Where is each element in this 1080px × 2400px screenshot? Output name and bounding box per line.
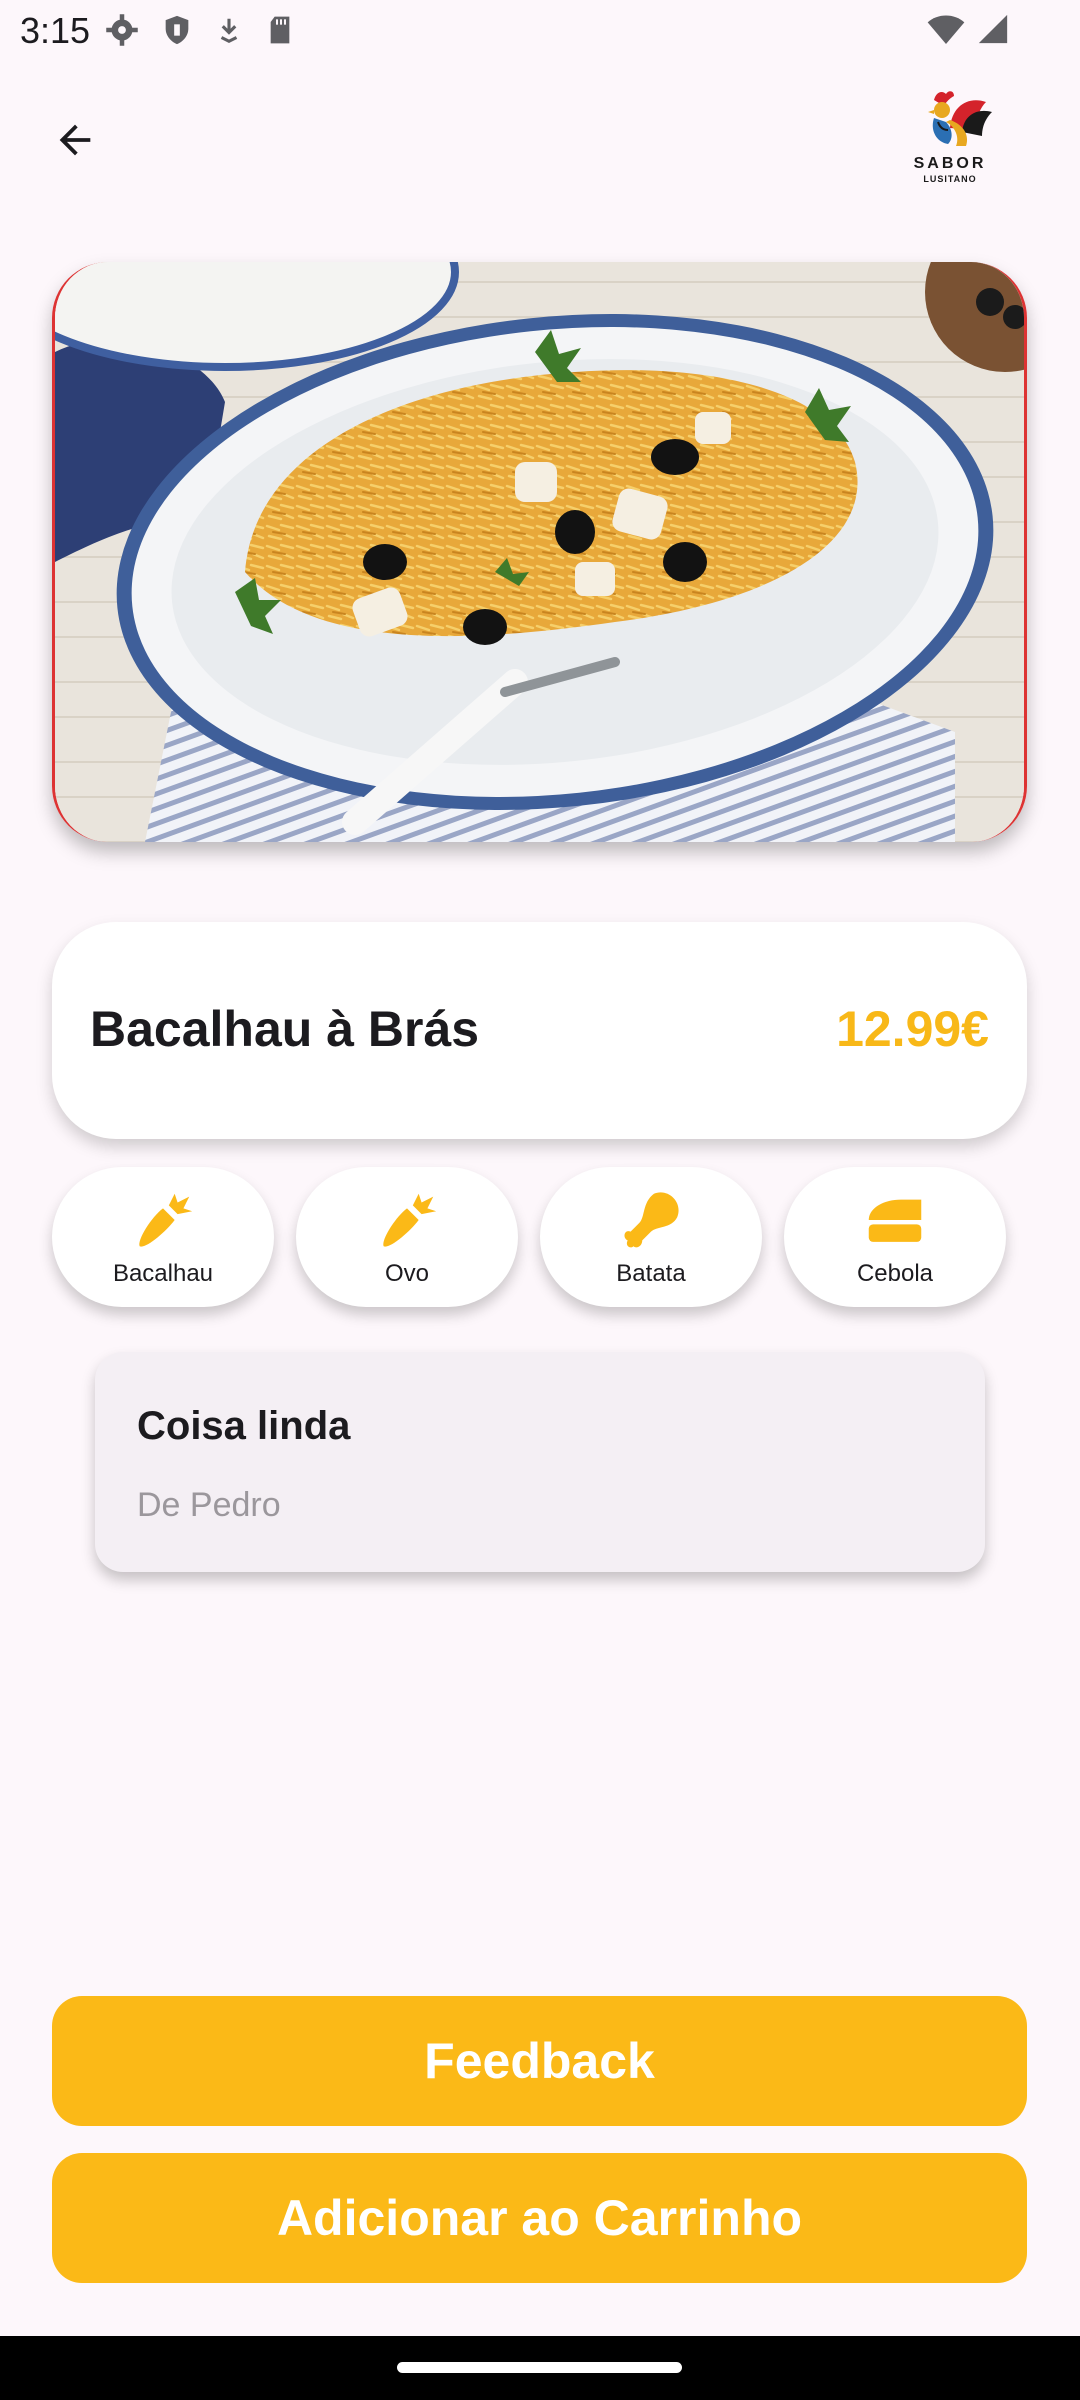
system-nav-bar [0,2336,1080,2400]
dish-info-card: Bacalhau à Brás 12.99€ [52,922,1027,1139]
download-icon [220,18,238,43]
ingredient-label: Bacalhau [112,1260,214,1287]
sd-card-icon [270,16,290,44]
settings-icon [106,14,138,46]
ingredient-chip-cebola[interactable]: Cebola [784,1167,1006,1307]
ingredient-label: Ovo [384,1260,429,1287]
ingredient-chip-bacalhau[interactable]: Bacalhau [52,1167,274,1307]
carrot-icon [139,1193,193,1247]
ingredient-chip-ovo[interactable]: Ovo [296,1167,518,1307]
arrow-left-icon [59,124,91,156]
sabor-lusitano-logo: SABOR LUSITANO [890,78,1010,188]
status-time: 3:15 [20,10,91,51]
home-indicator[interactable] [397,2362,682,2373]
ingredient-label: Cebola [856,1260,934,1287]
add-to-cart-button[interactable]: Adicionar ao Carrinho [52,2153,1027,2283]
review-title: Coisa linda [137,1404,351,1448]
svg-text:LUSITANO: LUSITANO [923,174,976,184]
back-button[interactable] [40,105,110,175]
drumstick-icon [624,1192,679,1248]
svg-text:SABOR: SABOR [914,155,987,172]
feedback-button[interactable]: Feedback [52,1996,1027,2126]
status-bar: 3:15 [0,0,1080,62]
signal-icon [978,14,1008,44]
carrot-icon [383,1193,437,1247]
ingredient-label: Batata [616,1260,686,1287]
cake-icon [868,1199,922,1242]
review-author: De Pedro [137,1486,281,1524]
dish-price: 12.99€ [836,1001,989,1057]
shield-icon [165,15,189,45]
dish-image [52,262,1027,842]
ingredient-chip-batata[interactable]: Batata [540,1167,762,1307]
dish-name: Bacalhau à Brás [90,1001,480,1057]
wifi-icon [927,15,965,45]
review-card: Coisa linda De Pedro [95,1352,985,1572]
